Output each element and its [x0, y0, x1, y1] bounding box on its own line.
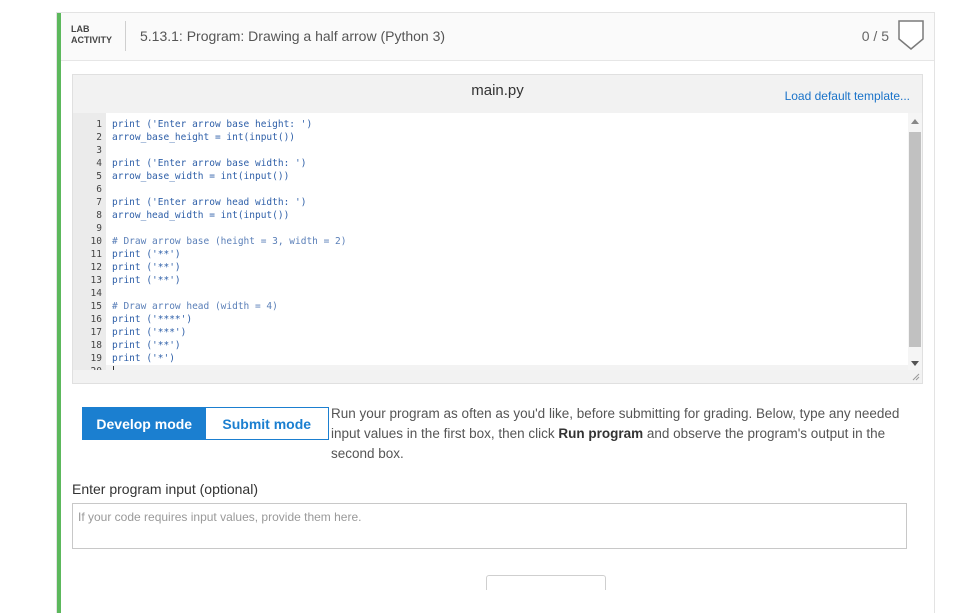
develop-mode-button[interactable]: Develop mode — [83, 408, 206, 439]
submit-mode-button[interactable]: Submit mode — [205, 408, 328, 439]
lab-activity-card: LAB ACTIVITY 5.13.1: Program: Drawing a … — [57, 13, 934, 613]
program-input-field[interactable] — [72, 503, 907, 549]
lab-label-line1: LAB — [71, 24, 90, 34]
line-number: 19 — [90, 353, 102, 364]
code-line: 20 — [73, 365, 908, 370]
code-line: 16 print ('****') — [73, 313, 908, 326]
line-number: 3 — [96, 145, 102, 156]
line-number: 5 — [96, 171, 102, 182]
triangle-up-icon[interactable] — [911, 119, 919, 124]
lab-header: LAB ACTIVITY 5.13.1: Program: Drawing a … — [61, 13, 934, 61]
line-code: # Draw arrow base (height = 3, width = 2… — [112, 236, 347, 247]
run-program-button-partial[interactable] — [486, 575, 606, 590]
line-code: print ('**') — [112, 262, 181, 273]
line-code: print ('*') — [112, 353, 175, 364]
line-number: 6 — [96, 184, 102, 195]
code-editor-panel: main.py Load default template... 1 print … — [72, 74, 923, 384]
line-number: 2 — [96, 132, 102, 143]
run-instructions: Run your program as often as you'd like,… — [331, 404, 931, 464]
code-area[interactable]: 1 print ('Enter arrow base height: ') 2 arr… — [73, 113, 908, 370]
line-number: 16 — [90, 314, 102, 325]
line-code: print ('Enter arrow base height: ') — [112, 119, 313, 130]
scrollbar-thumb[interactable] — [909, 132, 921, 347]
line-code: # Draw arrow head (width = 4) — [112, 301, 278, 312]
line-code: arrow_base_width = int(input()) — [112, 171, 290, 182]
code-line: 19 print ('*') — [73, 352, 908, 365]
line-number: 9 — [96, 223, 102, 234]
code-line: 3 — [73, 144, 908, 157]
line-number: 20 — [73, 365, 102, 370]
line-code: print ('****') — [112, 314, 193, 325]
shield-outline-icon — [898, 20, 924, 50]
code-line: 7 print ('Enter arrow head width: ') — [73, 196, 908, 209]
resize-grip-icon[interactable] — [912, 373, 920, 381]
line-number: 7 — [96, 197, 102, 208]
line-number: 4 — [96, 158, 102, 169]
line-number: 17 — [90, 327, 102, 338]
code-line: 8 arrow_head_width = int(input()) — [73, 209, 908, 222]
lab-activity-label: LAB ACTIVITY — [71, 24, 121, 46]
code-line: 14 — [73, 287, 908, 300]
load-default-template-link[interactable]: Load default template... — [785, 89, 910, 103]
code-line: 2 arrow_base_height = int(input()) — [73, 131, 908, 144]
line-number: 14 — [90, 288, 102, 299]
program-input-label: Enter program input (optional) — [72, 481, 258, 497]
code-line: 18 print ('**') — [73, 339, 908, 352]
code-line: 12 print ('**') — [73, 261, 908, 274]
score-text: 0 / 5 — [861, 28, 889, 44]
line-number: 8 — [96, 210, 102, 221]
code-line: 1 print ('Enter arrow base height: ') — [73, 118, 908, 131]
line-code: print ('Enter arrow base width: ') — [112, 158, 307, 169]
mode-toggle: Develop mode Submit mode — [82, 407, 329, 440]
triangle-down-icon[interactable] — [911, 361, 919, 366]
code-line: 6 — [73, 183, 908, 196]
line-number: 13 — [90, 275, 102, 286]
line-number: 1 — [96, 119, 102, 130]
code-line: 10 # Draw arrow base (height = 3, width =… — [73, 235, 908, 248]
lab-label-line2: ACTIVITY — [71, 35, 113, 45]
line-number: 15 — [90, 301, 102, 312]
code-line: 13 print ('**') — [73, 274, 908, 287]
code-line: 17 print ('***') — [73, 326, 908, 339]
line-number: 11 — [90, 249, 102, 260]
line-code: arrow_base_height = int(input()) — [112, 132, 296, 143]
code-line: 4 print ('Enter arrow base width: ') — [73, 157, 908, 170]
line-code: print ('**') — [112, 249, 181, 260]
activity-title: 5.13.1: Program: Drawing a half arrow (P… — [140, 28, 446, 44]
line-code: print ('**') — [112, 275, 181, 286]
code-line: 9 — [73, 222, 908, 235]
line-code: arrow_head_width = int(input()) — [112, 210, 290, 221]
line-number: 18 — [90, 340, 102, 351]
code-line: 15 # Draw arrow head (width = 4) — [73, 300, 908, 313]
line-number: 10 — [90, 236, 102, 247]
code-line: 5 arrow_base_width = int(input()) — [73, 170, 908, 183]
run-program-emphasis: Run program — [558, 426, 644, 441]
line-number: 12 — [90, 262, 102, 273]
line-code: print ('**') — [112, 340, 181, 351]
code-line: 11 print ('**') — [73, 248, 908, 261]
line-code: print ('Enter arrow head width: ') — [112, 197, 307, 208]
editor-scrollbar[interactable] — [908, 113, 922, 370]
line-code: print ('***') — [112, 327, 187, 338]
header-divider — [125, 21, 126, 51]
